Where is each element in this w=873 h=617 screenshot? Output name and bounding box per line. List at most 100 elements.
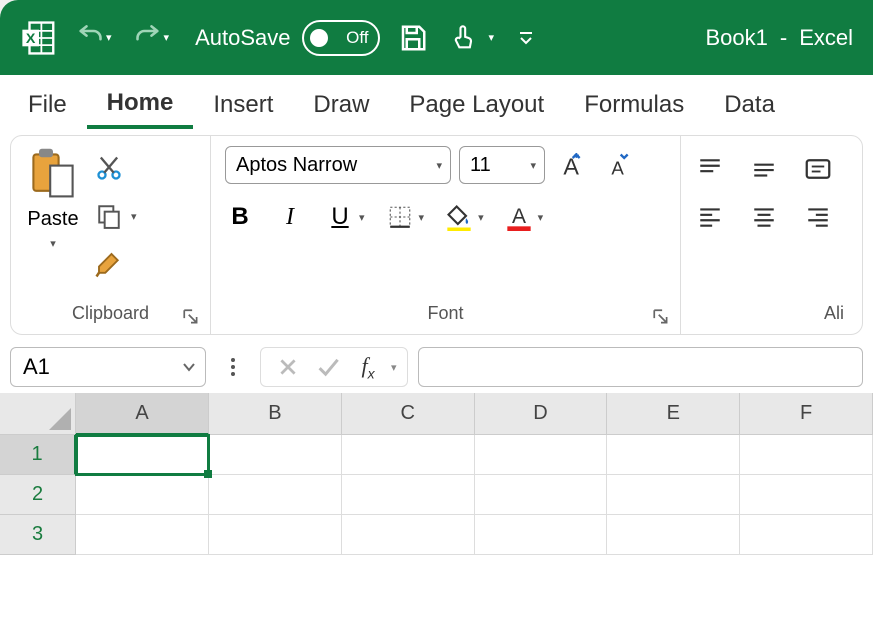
svg-text:A: A xyxy=(512,205,526,228)
chevron-down-icon[interactable]: ▾ xyxy=(419,211,425,224)
chevron-down-icon[interactable]: ▾ xyxy=(391,361,397,374)
cell-b2[interactable] xyxy=(209,475,342,515)
fill-color-button[interactable] xyxy=(444,202,474,232)
autosave-label: AutoSave xyxy=(195,25,290,51)
tab-insert[interactable]: Insert xyxy=(193,83,293,127)
font-name-value: Aptos Narrow xyxy=(236,154,357,177)
group-clipboard: Paste ▾ ▾ xyxy=(11,136,211,334)
ribbon-tabs: File Home Insert Draw Page Layout Formul… xyxy=(0,75,873,135)
decrease-font-button[interactable]: A xyxy=(601,150,631,180)
tab-home[interactable]: Home xyxy=(87,81,194,129)
cell-e1[interactable] xyxy=(607,435,740,475)
cell-c3[interactable] xyxy=(342,515,475,555)
increase-font-button[interactable]: A xyxy=(553,150,583,180)
cell-d1[interactable] xyxy=(475,435,608,475)
cell-f1[interactable] xyxy=(740,435,873,475)
cell-f2[interactable] xyxy=(740,475,873,515)
row-header-3[interactable]: 3 xyxy=(0,515,76,555)
format-painter-button[interactable] xyxy=(91,246,127,282)
underline-button[interactable]: U xyxy=(325,202,355,232)
cell-a2[interactable] xyxy=(76,475,209,515)
column-header-d[interactable]: D xyxy=(475,393,608,435)
qat-customize-button[interactable] xyxy=(512,24,540,52)
row-header-1[interactable]: 1 xyxy=(0,435,76,475)
chevron-down-icon[interactable]: ▾ xyxy=(478,211,484,224)
align-bottom-button[interactable] xyxy=(803,154,833,184)
tab-formulas[interactable]: Formulas xyxy=(564,83,704,127)
group-label-font: Font xyxy=(225,303,666,328)
align-top-button[interactable] xyxy=(695,154,725,184)
paste-icon xyxy=(25,146,81,202)
font-size-select[interactable]: 11 ▾ xyxy=(459,146,545,184)
column-header-e[interactable]: E xyxy=(607,393,740,435)
svg-text:A: A xyxy=(611,157,624,178)
align-left-button[interactable] xyxy=(695,202,725,232)
column-header-f[interactable]: F xyxy=(740,393,873,435)
formula-input[interactable] xyxy=(418,347,863,387)
group-font: Aptos Narrow ▾ 11 ▾ A A xyxy=(211,136,681,334)
clipboard-dialog-launcher[interactable] xyxy=(182,308,200,326)
formula-bar: A1 fx ▾ xyxy=(0,341,873,393)
cell-c2[interactable] xyxy=(342,475,475,515)
align-middle-button[interactable] xyxy=(749,154,779,184)
tab-page-layout[interactable]: Page Layout xyxy=(389,83,564,127)
paste-button[interactable]: Paste ▾ xyxy=(25,146,81,303)
autosave-state: Off xyxy=(346,28,368,48)
cut-button[interactable] xyxy=(91,150,127,186)
group-label-alignment: Ali xyxy=(695,303,848,328)
tab-file[interactable]: File xyxy=(8,83,87,127)
column-header-b[interactable]: B xyxy=(209,393,342,435)
chevron-down-icon[interactable] xyxy=(181,359,197,375)
undo-button[interactable]: ▾ xyxy=(72,20,116,56)
row-header-2[interactable]: 2 xyxy=(0,475,76,515)
doc-name: Book1 xyxy=(705,25,767,51)
column-header-a[interactable]: A xyxy=(76,393,209,435)
group-label-clipboard: Clipboard xyxy=(25,303,196,328)
formula-bar-options[interactable] xyxy=(216,350,250,384)
excel-logo-icon: X xyxy=(20,19,58,57)
cell-d3[interactable] xyxy=(475,515,608,555)
name-box[interactable]: A1 xyxy=(10,347,206,387)
cell-e3[interactable] xyxy=(607,515,740,555)
name-box-value: A1 xyxy=(23,354,50,380)
app-name: Excel xyxy=(799,25,853,51)
align-center-button[interactable] xyxy=(749,202,779,232)
tab-draw[interactable]: Draw xyxy=(293,83,389,127)
cell-b1[interactable] xyxy=(209,435,342,475)
title-separator: - xyxy=(780,25,787,51)
chevron-down-icon: ▾ xyxy=(488,31,494,44)
title-bar: X ▾ ▾ AutoSave Off ▾ Book1 xyxy=(0,0,873,75)
chevron-down-icon[interactable]: ▾ xyxy=(131,210,137,223)
copy-button[interactable] xyxy=(91,198,127,234)
select-all-corner[interactable] xyxy=(0,393,76,435)
cell-c1[interactable] xyxy=(342,435,475,475)
save-button[interactable] xyxy=(394,19,432,57)
cancel-formula-button[interactable] xyxy=(271,350,305,384)
cell-a3[interactable] xyxy=(76,515,209,555)
cell-f3[interactable] xyxy=(740,515,873,555)
chevron-down-icon[interactable]: ▾ xyxy=(538,211,544,224)
cell-d2[interactable] xyxy=(475,475,608,515)
enter-formula-button[interactable] xyxy=(311,350,345,384)
cell-e2[interactable] xyxy=(607,475,740,515)
svg-text:X: X xyxy=(26,30,36,46)
font-color-button[interactable]: A xyxy=(504,202,534,232)
column-header-c[interactable]: C xyxy=(342,393,475,435)
ribbon: Paste ▾ ▾ xyxy=(10,135,863,335)
autosave-toggle[interactable]: Off xyxy=(302,20,380,56)
cell-b3[interactable] xyxy=(209,515,342,555)
borders-button[interactable] xyxy=(385,202,415,232)
chevron-down-icon: ▾ xyxy=(530,159,536,172)
insert-function-button[interactable]: fx xyxy=(351,350,385,384)
touch-mode-button[interactable]: ▾ xyxy=(446,20,498,56)
font-name-select[interactable]: Aptos Narrow ▾ xyxy=(225,146,451,184)
bold-button[interactable]: B xyxy=(225,202,255,232)
align-right-button[interactable] xyxy=(803,202,833,232)
tab-data[interactable]: Data xyxy=(704,83,795,127)
font-dialog-launcher[interactable] xyxy=(652,308,670,326)
chevron-down-icon[interactable]: ▾ xyxy=(359,211,365,224)
cell-a1[interactable] xyxy=(76,435,209,475)
document-title: Book1 - Excel xyxy=(705,25,853,51)
italic-button[interactable]: I xyxy=(275,202,305,232)
redo-button[interactable]: ▾ xyxy=(130,20,174,56)
